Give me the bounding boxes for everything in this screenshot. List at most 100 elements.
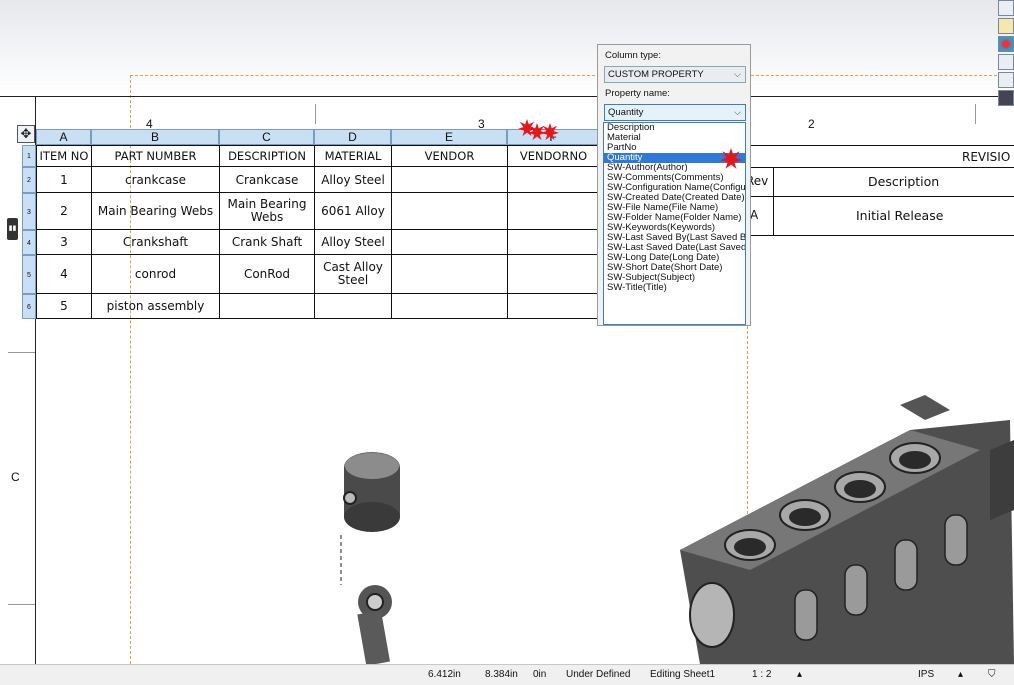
table-cell[interactable]: 4 [36,254,92,294]
piston-assembly-view[interactable] [330,440,420,664]
table-cell[interactable]: Alloy Steel [314,166,392,193]
rev-table-border [773,167,774,235]
table-cell[interactable] [314,293,392,319]
bom-table: ITEM NO PART NUMBER DESCRIPTION MATERIAL… [36,145,600,319]
column-header-e[interactable]: E [391,129,507,145]
burst-marker-icon [541,123,559,141]
table-cell[interactable] [391,293,508,319]
table-cell[interactable] [391,254,508,294]
sketch-line [130,75,600,76]
header-cell[interactable]: ITEM NO [36,145,92,167]
rev-header: Description [868,174,940,189]
table-cell[interactable] [391,229,508,255]
table-row: 4 conrod ConRod Cast Alloy Steel [36,254,600,294]
table-cell[interactable]: Main Bearing Webs [219,192,315,230]
folder-icon[interactable] [998,0,1014,16]
table-cell[interactable]: 1 [36,166,92,193]
sheet-scale[interactable]: 1 : 2 [752,669,771,680]
table-cell[interactable] [507,192,600,230]
chevron-up-icon[interactable]: ▴ [958,669,963,680]
zone-tick [8,352,35,353]
table-cell[interactable] [391,192,508,230]
definition-state: Under Defined [566,669,631,680]
header-cell[interactable]: VENDORNO [507,145,600,167]
property-name-dropdown[interactable]: Quantity ⌵ [604,104,746,121]
list-item[interactable]: SW-Title(Title) [604,283,745,293]
sheet-border [0,96,1014,97]
table-cell[interactable] [507,254,600,294]
property-name-label: Property name: [605,88,670,99]
table-cell[interactable]: piston assembly [91,293,220,319]
zone-label: C [11,470,20,484]
column-header-c[interactable]: C [219,129,314,145]
status-bar: 6.412in 8.384in 0in Under Defined Editin… [0,664,1014,685]
chevron-down-icon: ⌵ [734,107,741,117]
row-header[interactable]: 5 [22,255,36,294]
column-header-a[interactable]: A [36,129,91,145]
table-row: 3 Crankshaft Crank Shaft Alloy Steel [36,229,600,255]
header-cell[interactable]: DESCRIPTION [219,145,315,167]
table-cell[interactable] [507,293,600,319]
editing-mode: Editing Sheet1 [650,669,716,680]
appearance-icon[interactable] [998,36,1014,52]
properties-icon[interactable] [998,18,1014,34]
header-cell[interactable]: MATERIAL [314,145,392,167]
zone-label: 2 [808,117,815,131]
table-cell[interactable]: ConRod [219,254,315,294]
table-cell[interactable]: Main Bearing Webs [91,192,220,230]
rev-cell: A [750,208,759,222]
row-header[interactable]: 3 [22,193,36,230]
unit-system[interactable]: IPS [918,669,934,680]
table-cell[interactable]: 2 [36,192,92,230]
column-type-dropdown[interactable]: CUSTOM PROPERTY ⌵ [604,66,746,83]
table-cell[interactable]: Crankcase [219,166,315,193]
zone-tick [8,604,35,605]
rev-table-border [742,145,1014,146]
zone-tick [975,104,976,124]
row-header[interactable]: 6 [22,294,36,319]
cursor-z-readout: 0in [533,669,547,680]
table-cell[interactable]: Cast Alloy Steel [314,254,392,294]
table-cell[interactable] [507,229,600,255]
row-header[interactable]: 4 [22,230,36,255]
move-handle-icon[interactable]: ✥ [17,125,35,143]
row-header[interactable]: 1 [22,145,36,167]
header-cell[interactable]: VENDOR [391,145,508,167]
table-drag-handle-icon[interactable]: ▮▮ [7,218,18,240]
table-row: 1 crankcase Crankcase Alloy Steel [36,166,600,193]
table-cell[interactable] [391,166,508,193]
table-cell[interactable] [219,293,315,319]
table-row: 2 Main Bearing Webs Main Bearing Webs 60… [36,192,600,230]
header-cell[interactable]: PART NUMBER [91,145,220,167]
table-cell[interactable]: conrod [91,254,220,294]
table-cell[interactable]: 6061 Alloy [314,192,392,230]
table-cell[interactable]: 5 [36,293,92,319]
column-header-d[interactable]: D [314,129,391,145]
table-row: 5 piston assembly [36,293,600,319]
resources-icon[interactable] [998,90,1014,106]
table-cell[interactable]: Crank Shaft [219,229,315,255]
background-gradient [0,0,1014,95]
table-cell[interactable] [507,166,600,193]
table-cell[interactable]: 3 [36,229,92,255]
sketch-line [751,75,997,76]
table-cell[interactable]: Alloy Steel [314,229,392,255]
column-header-b[interactable]: B [91,129,219,145]
burst-marker-icon [720,148,742,169]
list-view-icon[interactable] [998,54,1014,70]
rev-table-border [742,235,1014,236]
chevron-up-icon[interactable]: ▴ [797,669,802,680]
column-type-value: CUSTOM PROPERTY [608,69,704,80]
table-header-row: ITEM NO PART NUMBER DESCRIPTION MATERIAL… [36,145,600,167]
rev-table-border [742,167,1014,168]
crankcase-view[interactable] [660,390,1014,664]
zone-tick [315,104,316,124]
tag-icon[interactable]: ⛉ [988,669,996,680]
table-cell[interactable]: Crankshaft [91,229,220,255]
row-header[interactable]: 2 [22,167,36,193]
rev-cell: Initial Release [856,208,944,223]
drawing-sheet: { "sheet": { "zone_labels": { "top": ["4… [0,0,1014,685]
cursor-x-readout: 6.412in [428,669,461,680]
view-palette-icon[interactable] [998,72,1014,88]
table-cell[interactable]: crankcase [91,166,220,193]
